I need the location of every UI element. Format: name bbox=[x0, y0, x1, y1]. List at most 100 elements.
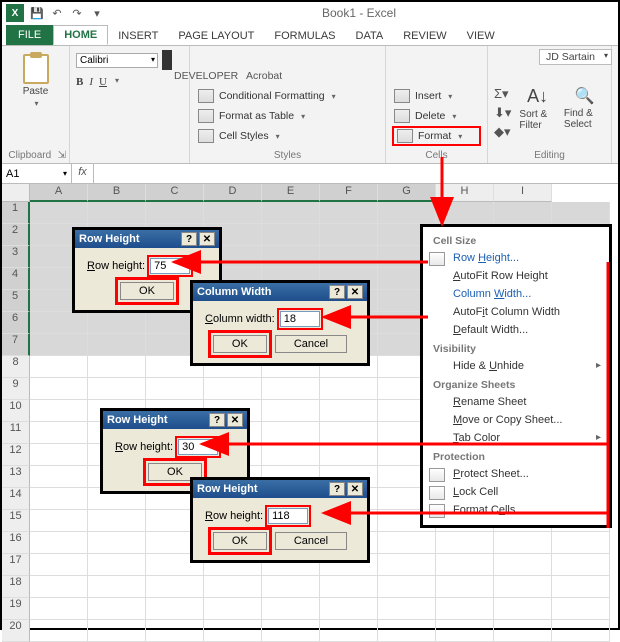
save-icon[interactable]: 💾 bbox=[30, 6, 44, 20]
cell[interactable] bbox=[88, 510, 146, 532]
menu-row-height[interactable]: Row Height... bbox=[423, 249, 609, 267]
row-header[interactable]: 19 bbox=[2, 598, 30, 620]
ok-button[interactable]: OK bbox=[213, 335, 267, 353]
cell[interactable] bbox=[30, 356, 88, 378]
cell[interactable] bbox=[88, 312, 146, 334]
cell[interactable] bbox=[262, 202, 320, 224]
clear-icon[interactable]: ◆▾ bbox=[494, 124, 511, 140]
cell[interactable] bbox=[378, 202, 436, 224]
col-header[interactable]: B bbox=[88, 184, 146, 202]
col-header[interactable]: G bbox=[378, 184, 436, 202]
cell[interactable] bbox=[262, 422, 320, 444]
cell[interactable] bbox=[30, 400, 88, 422]
row-header[interactable]: 4 bbox=[2, 268, 30, 290]
cancel-button[interactable]: Cancel bbox=[275, 335, 347, 353]
menu-tab-color[interactable]: Tab Color▸ bbox=[423, 429, 609, 447]
cell[interactable] bbox=[88, 202, 146, 224]
ok-button[interactable]: OK bbox=[213, 532, 267, 550]
cell[interactable] bbox=[436, 554, 494, 576]
row-header[interactable]: 16 bbox=[2, 532, 30, 554]
cell[interactable] bbox=[204, 620, 262, 642]
tab-formulas[interactable]: FORMULAS bbox=[264, 27, 345, 45]
col-header[interactable]: A bbox=[30, 184, 88, 202]
row-header[interactable]: 7 bbox=[2, 334, 30, 356]
row-header[interactable]: 13 bbox=[2, 466, 30, 488]
cell[interactable] bbox=[320, 620, 378, 642]
sort-filter-button[interactable]: A↓ Sort & Filter bbox=[519, 86, 555, 131]
cell[interactable] bbox=[436, 532, 494, 554]
tab-data[interactable]: DATA bbox=[346, 27, 394, 45]
cell[interactable] bbox=[30, 202, 88, 224]
cell[interactable] bbox=[494, 554, 552, 576]
cell[interactable] bbox=[436, 620, 494, 642]
cell[interactable] bbox=[320, 202, 378, 224]
row-header[interactable]: 6 bbox=[2, 312, 30, 334]
cell[interactable] bbox=[30, 488, 88, 510]
row-header[interactable]: 17 bbox=[2, 554, 30, 576]
cell[interactable] bbox=[262, 378, 320, 400]
cell[interactable] bbox=[436, 598, 494, 620]
cell[interactable] bbox=[146, 378, 204, 400]
redo-icon[interactable]: ↷ bbox=[70, 6, 84, 20]
cell[interactable] bbox=[262, 576, 320, 598]
row-header[interactable]: 9 bbox=[2, 378, 30, 400]
cell[interactable] bbox=[552, 202, 610, 224]
help-icon[interactable]: ? bbox=[209, 413, 225, 427]
cell[interactable] bbox=[88, 334, 146, 356]
row-header[interactable]: 12 bbox=[2, 444, 30, 466]
cell[interactable] bbox=[494, 576, 552, 598]
row-header[interactable]: 15 bbox=[2, 510, 30, 532]
cell[interactable] bbox=[30, 466, 88, 488]
cell[interactable] bbox=[30, 554, 88, 576]
select-all-triangle[interactable] bbox=[2, 184, 30, 202]
row-header[interactable]: 3 bbox=[2, 246, 30, 268]
cell[interactable] bbox=[30, 598, 88, 620]
row-height-input[interactable] bbox=[178, 439, 218, 455]
cell[interactable] bbox=[262, 224, 320, 246]
cell[interactable] bbox=[378, 576, 436, 598]
col-header[interactable]: E bbox=[262, 184, 320, 202]
cell[interactable] bbox=[378, 620, 436, 642]
tab-insert[interactable]: INSERT bbox=[108, 27, 168, 45]
help-icon[interactable]: ? bbox=[329, 482, 345, 496]
tab-file[interactable]: FILE bbox=[6, 25, 53, 45]
row-header[interactable]: 14 bbox=[2, 488, 30, 510]
cell[interactable] bbox=[320, 576, 378, 598]
menu-autofit-row[interactable]: AutoFit Row Height bbox=[423, 267, 609, 285]
menu-lock-cell[interactable]: Lock Cell bbox=[423, 483, 609, 501]
format-cells-button[interactable]: Format▾ bbox=[392, 126, 481, 146]
cell[interactable] bbox=[552, 532, 610, 554]
cell[interactable] bbox=[204, 576, 262, 598]
name-box[interactable]: A1▾ bbox=[2, 164, 72, 183]
menu-format-cells[interactable]: Format Cells... bbox=[423, 501, 609, 519]
cell[interactable] bbox=[320, 400, 378, 422]
row-header[interactable]: 11 bbox=[2, 422, 30, 444]
tab-review[interactable]: REVIEW bbox=[393, 27, 456, 45]
cell[interactable] bbox=[88, 598, 146, 620]
row-header[interactable]: 5 bbox=[2, 290, 30, 312]
cell[interactable] bbox=[30, 312, 88, 334]
tab-view[interactable]: VIEW bbox=[457, 27, 505, 45]
cell[interactable] bbox=[320, 224, 378, 246]
font-name-combo[interactable]: Calibri bbox=[76, 53, 158, 68]
ok-button[interactable]: OK bbox=[120, 282, 174, 300]
cell[interactable] bbox=[30, 510, 88, 532]
formula-input[interactable] bbox=[94, 164, 618, 183]
menu-protect-sheet[interactable]: Protect Sheet... bbox=[423, 465, 609, 483]
menu-rename-sheet[interactable]: Rename Sheet bbox=[423, 393, 609, 411]
italic-button[interactable]: I bbox=[89, 76, 93, 88]
cell[interactable] bbox=[88, 576, 146, 598]
fill-icon[interactable]: ⬇▾ bbox=[494, 105, 511, 121]
cell[interactable] bbox=[378, 532, 436, 554]
cell[interactable] bbox=[30, 532, 88, 554]
cell[interactable] bbox=[30, 620, 88, 642]
cell[interactable] bbox=[30, 422, 88, 444]
cell[interactable] bbox=[378, 554, 436, 576]
cell[interactable] bbox=[552, 576, 610, 598]
row-header[interactable]: 20 bbox=[2, 620, 30, 642]
cell[interactable] bbox=[494, 532, 552, 554]
paste-button[interactable]: Paste ▾ bbox=[8, 50, 63, 112]
row-header[interactable]: 8 bbox=[2, 356, 30, 378]
cancel-button[interactable]: Cancel bbox=[275, 532, 347, 550]
col-header[interactable]: C bbox=[146, 184, 204, 202]
